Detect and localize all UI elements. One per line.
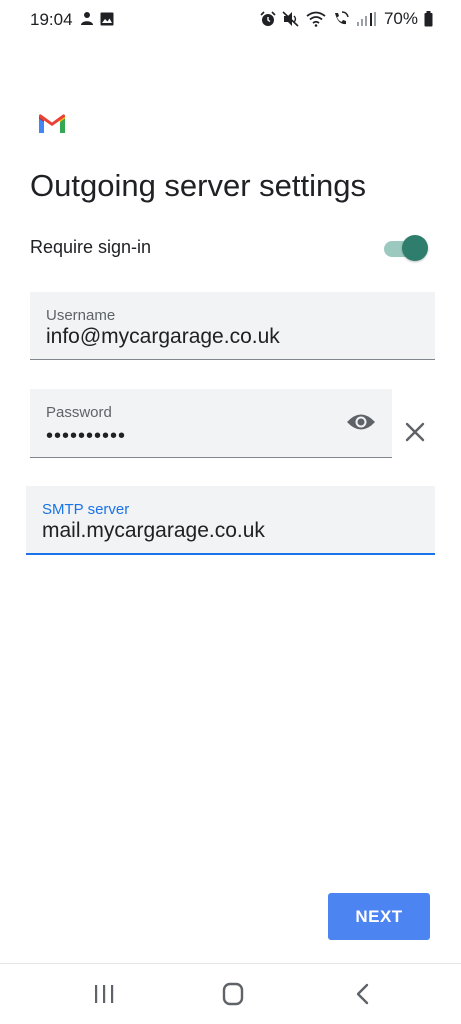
image-notification-icon — [100, 12, 114, 25]
battery-percentage: 70% — [383, 9, 418, 28]
next-button[interactable]: NEXT — [328, 893, 430, 940]
alarm-icon — [260, 11, 276, 26]
mute-icon — [282, 11, 299, 27]
username-field[interactable]: Username info@mycargarage.co.uk — [30, 292, 435, 360]
require-signin-label: Require sign-in — [30, 237, 152, 257]
status-bar: 19:04 70% — [0, 0, 461, 40]
person-notification-icon — [81, 12, 93, 25]
back-icon[interactable] — [347, 980, 379, 1008]
require-signin-toggle[interactable] — [382, 234, 428, 262]
system-nav-bar — [0, 964, 461, 1024]
status-time: 19:04 — [30, 10, 73, 29]
smtp-server-label: SMTP server — [42, 501, 130, 518]
password-label: Password — [46, 404, 112, 421]
password-value[interactable]: •••••••••• — [46, 425, 126, 448]
battery-icon — [424, 11, 433, 27]
wifi-icon — [306, 11, 326, 27]
smtp-server-value[interactable]: mail.mycargarage.co.uk — [42, 519, 265, 543]
username-label: Username — [46, 307, 116, 324]
clear-password-close-icon[interactable] — [403, 420, 427, 444]
smtp-server-field[interactable]: SMTP server mail.mycargarage.co.uk — [26, 486, 435, 555]
signal-icon — [356, 12, 376, 26]
username-value[interactable]: info@mycargarage.co.uk — [46, 325, 280, 349]
status-left-icons — [80, 11, 114, 26]
gmail-logo — [39, 114, 65, 133]
status-right: 70% — [260, 9, 433, 29]
recents-icon[interactable] — [88, 980, 120, 1008]
home-icon[interactable] — [217, 980, 249, 1008]
toggle-thumb — [402, 235, 428, 261]
require-signin-row: Require sign-in — [30, 234, 430, 262]
wifi-calling-icon — [334, 11, 349, 25]
password-field[interactable]: Password •••••••••• — [30, 389, 392, 458]
show-password-eye-icon[interactable] — [346, 411, 376, 433]
page-title: Outgoing server settings — [30, 168, 367, 203]
